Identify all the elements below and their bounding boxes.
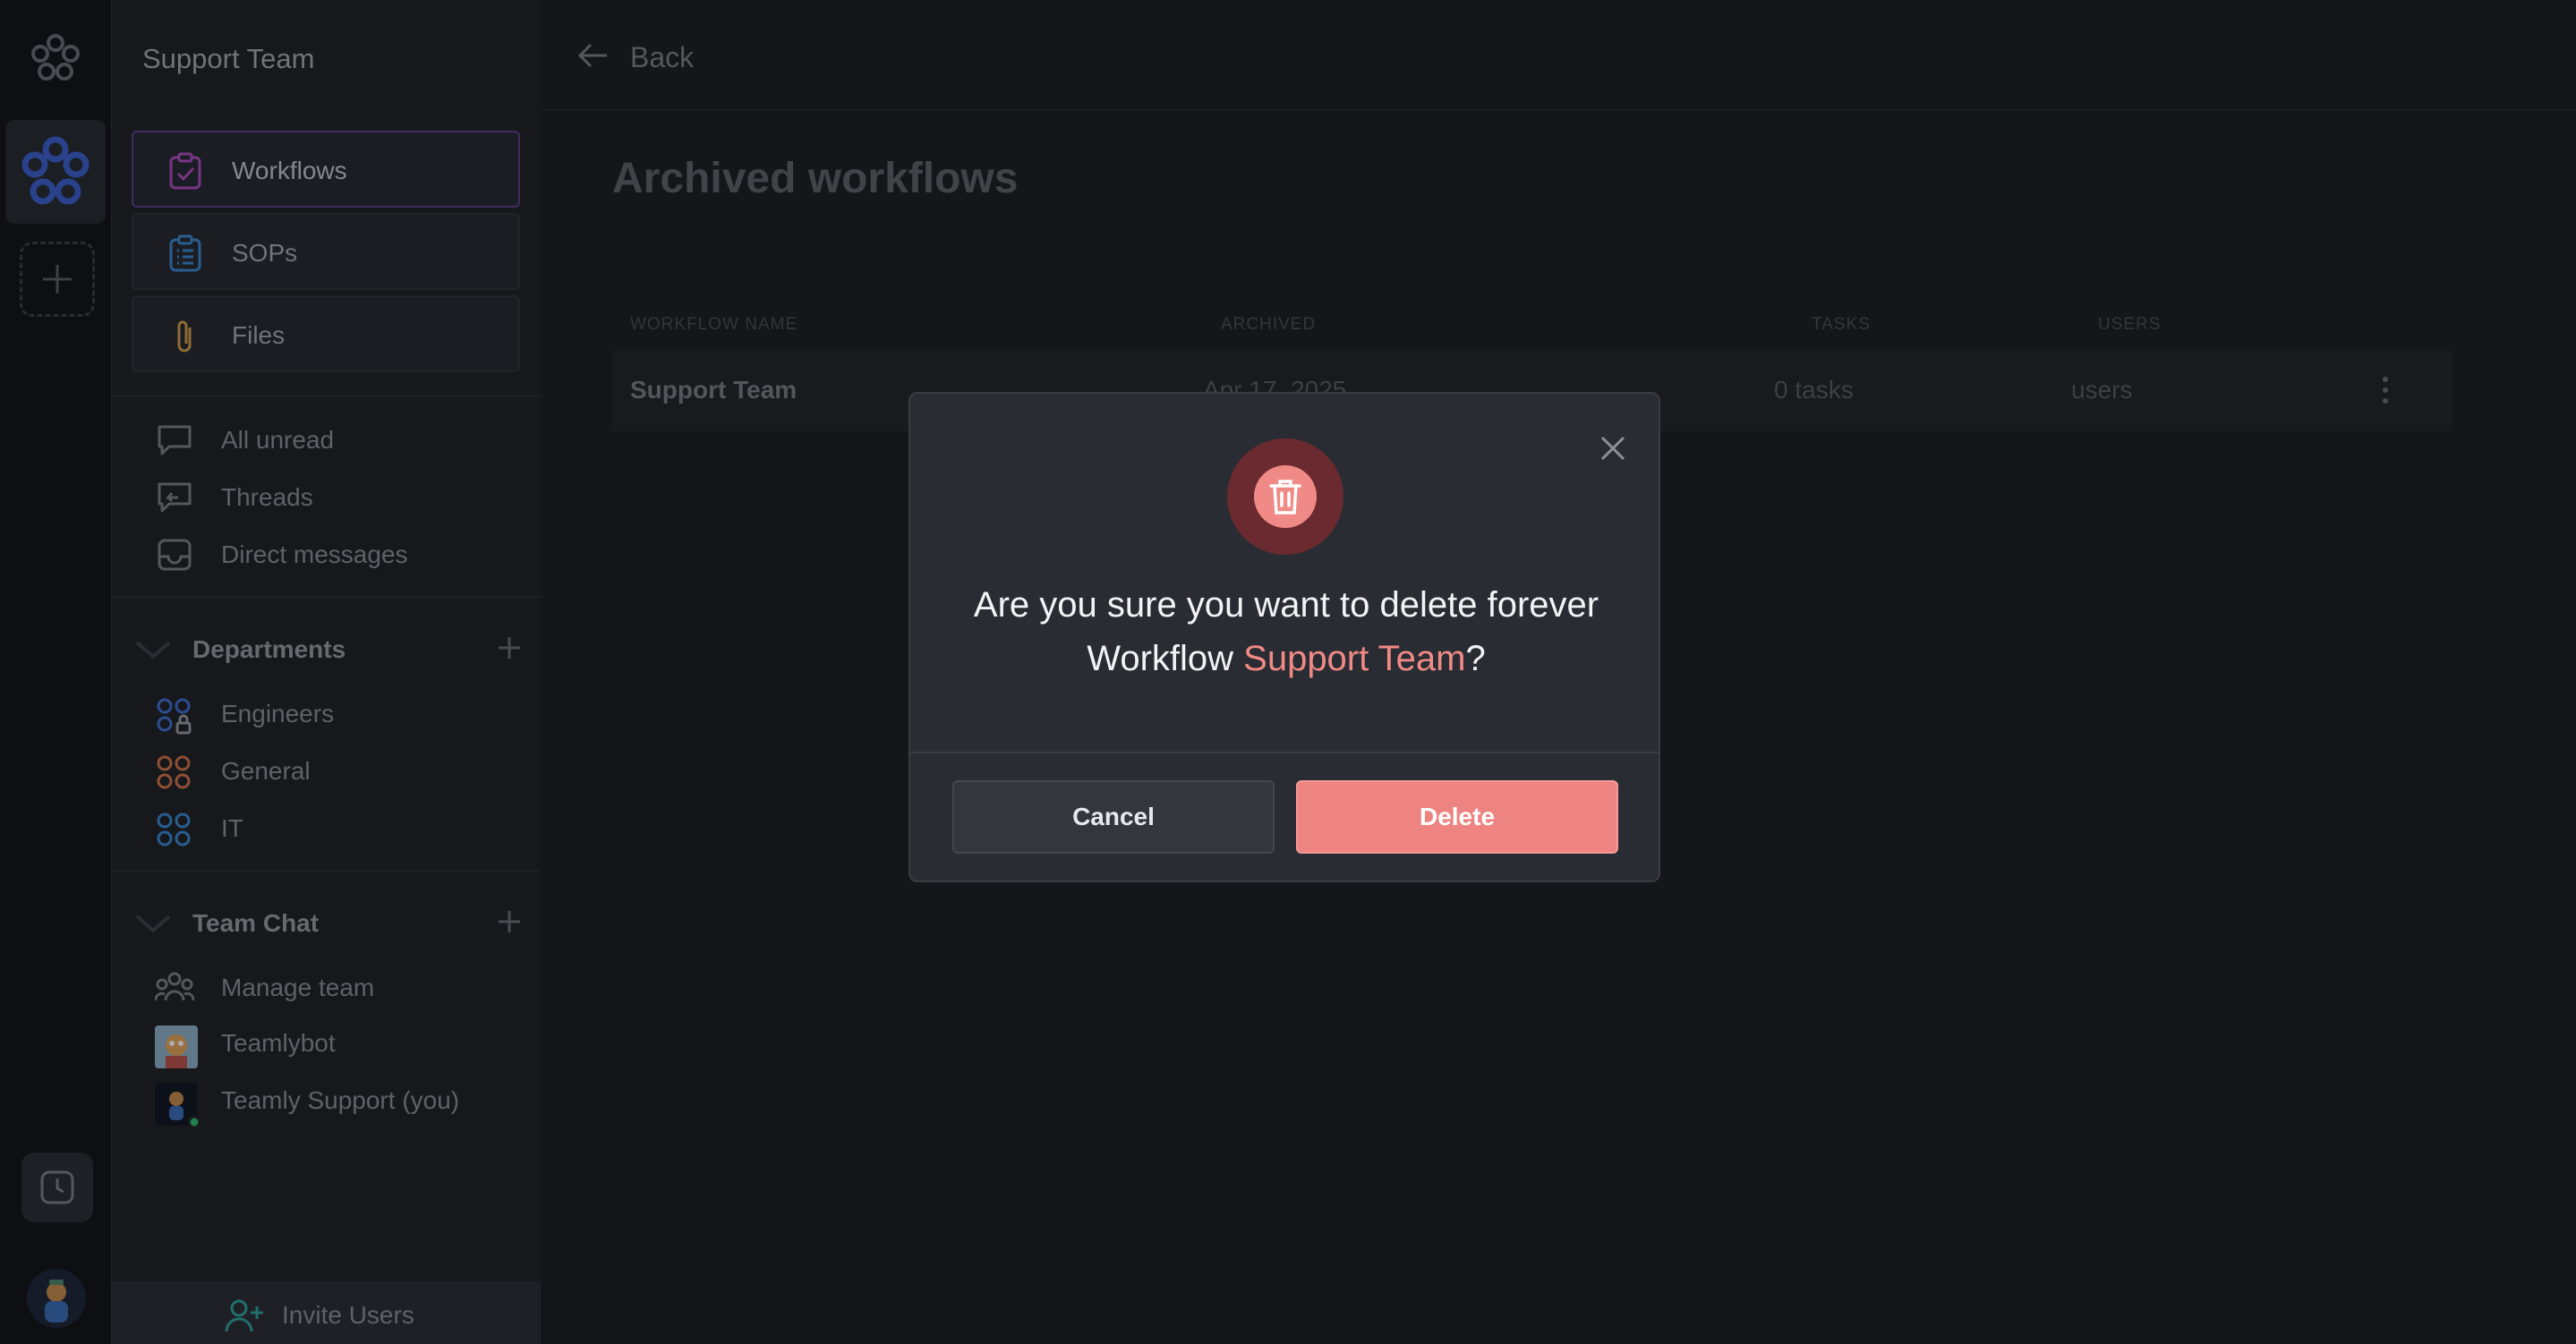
delete-button[interactable]: Delete (1296, 780, 1618, 854)
delete-confirm-dialog: Are you sure you want to delete forever … (908, 392, 1660, 882)
modal-divider (910, 752, 1659, 753)
close-icon[interactable] (1599, 435, 1626, 466)
cancel-button[interactable]: Cancel (952, 780, 1275, 854)
trash-icon (1269, 480, 1301, 515)
confirm-line-1: Are you sure you want to delete forever (973, 585, 1599, 625)
confirm-suffix: ? (1465, 639, 1486, 678)
confirm-message: Are you sure you want to delete forever … (946, 578, 1626, 685)
workflow-name-highlight: Support Team (1243, 639, 1466, 678)
trash-icon-badge (1227, 438, 1343, 555)
app-window: Support Team Workflows SOPs Files All un… (0, 0, 2576, 1344)
confirm-prefix: Workflow (1087, 639, 1244, 678)
